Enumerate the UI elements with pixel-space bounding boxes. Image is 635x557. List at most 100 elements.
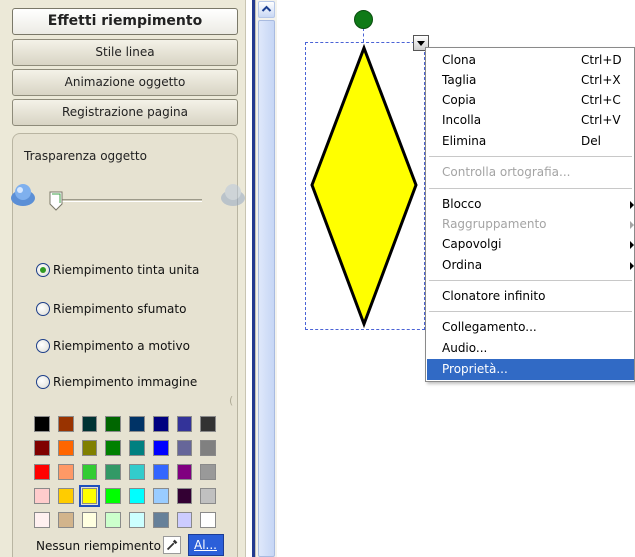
color-swatch[interactable] — [200, 464, 216, 480]
menu-item-cut[interactable]: Taglia Ctrl+X — [427, 70, 634, 91]
color-swatch[interactable] — [34, 488, 50, 504]
color-swatch[interactable] — [152, 512, 169, 528]
color-swatch[interactable] — [152, 440, 169, 456]
color-swatch[interactable] — [34, 512, 50, 528]
resize-grip-icon[interactable]: ( — [229, 394, 233, 407]
menu-item-clone[interactable]: Clona Ctrl+D — [427, 50, 634, 71]
opaque-blob-icon — [221, 184, 245, 206]
color-swatch[interactable] — [129, 416, 145, 432]
menu-item-label: Audio... — [442, 341, 488, 355]
submenu-arrow-icon — [630, 262, 634, 270]
color-swatch[interactable] — [105, 464, 121, 480]
radio-button[interactable] — [36, 375, 50, 389]
color-swatch[interactable] — [105, 416, 121, 432]
menu-item-link[interactable]: Collegamento... — [427, 317, 634, 338]
transparency-slider-thumb[interactable] — [49, 191, 63, 211]
swatch-row — [34, 440, 224, 456]
rotate-stem — [363, 28, 364, 42]
color-swatch[interactable] — [57, 488, 74, 504]
fill-option-label: Riempimento a motivo — [53, 339, 190, 353]
menu-shortcut: Ctrl+X — [581, 73, 621, 87]
color-swatch[interactable] — [57, 464, 74, 480]
color-swatch[interactable] — [176, 512, 193, 528]
menu-item-grouping[interactable]: Raggruppamento — [427, 214, 634, 235]
menu-item-copy[interactable]: Copia Ctrl+C — [427, 90, 634, 111]
menu-item-label: Collegamento... — [442, 320, 537, 334]
more-colors-button[interactable]: Al... — [188, 534, 224, 556]
transparency-label: Trasparenza oggetto — [24, 149, 147, 163]
menu-item-order[interactable]: Ordina — [427, 255, 634, 276]
color-swatch[interactable] — [57, 512, 74, 528]
color-swatch[interactable] — [57, 416, 74, 432]
color-palette — [34, 416, 224, 536]
color-swatch[interactable] — [105, 512, 121, 528]
color-swatch[interactable] — [34, 416, 50, 432]
color-swatch[interactable] — [81, 464, 98, 480]
menu-separator — [429, 280, 632, 281]
color-swatch[interactable] — [200, 488, 216, 504]
menu-item-label: Clona — [442, 53, 477, 67]
menu-item-label: Ordina — [442, 258, 483, 272]
fill-option-image[interactable]: Riempimento immagine — [36, 373, 197, 391]
context-menu: Clona Ctrl+D Taglia Ctrl+X Copia Ctrl+C … — [425, 47, 635, 382]
menu-item-label: Elimina — [442, 134, 487, 148]
color-swatch[interactable] — [176, 464, 193, 480]
color-swatch[interactable] — [176, 488, 193, 504]
swatch-row — [34, 464, 224, 480]
menu-item-label: Proprietà... — [442, 362, 508, 376]
scroll-up-button[interactable] — [258, 1, 275, 18]
menu-item-audio[interactable]: Audio... — [427, 338, 634, 359]
menu-item-label: Taglia — [442, 73, 477, 87]
menu-shortcut: Ctrl+C — [581, 93, 621, 107]
color-swatch[interactable] — [152, 464, 169, 480]
tab-fill-effects[interactable]: Effetti riempimento — [12, 8, 238, 35]
fill-option-gradient[interactable]: Riempimento sfumato — [36, 300, 186, 318]
color-swatch[interactable] — [129, 464, 145, 480]
color-swatch[interactable] — [81, 512, 98, 528]
color-swatch[interactable] — [152, 488, 169, 504]
color-swatch[interactable] — [129, 440, 145, 456]
color-swatch[interactable] — [78, 485, 101, 507]
color-swatch[interactable] — [152, 416, 169, 432]
menu-item-delete[interactable]: Elimina Del — [427, 131, 634, 152]
fill-option-pattern[interactable]: Riempimento a motivo — [36, 337, 190, 355]
fill-option-label: Riempimento tinta unita — [53, 263, 200, 277]
fill-option-label: Riempimento sfumato — [53, 302, 187, 316]
menu-item-label: Incolla — [442, 113, 482, 127]
tab-object-animation[interactable]: Animazione oggetto — [12, 69, 238, 96]
vertical-scrollbar[interactable] — [255, 0, 277, 557]
rotate-handle-icon[interactable] — [354, 10, 373, 29]
color-swatch[interactable] — [176, 440, 193, 456]
submenu-arrow-icon — [630, 241, 634, 249]
color-swatch[interactable] — [129, 512, 145, 528]
menu-item-properties[interactable]: Proprietà... — [427, 359, 634, 380]
menu-item-paste[interactable]: Incolla Ctrl+V — [427, 110, 634, 131]
scroll-thumb[interactable] — [258, 20, 275, 557]
radio-button[interactable] — [36, 263, 50, 277]
color-swatch[interactable] — [176, 416, 193, 432]
menu-item-lock[interactable]: Blocco — [427, 194, 634, 215]
color-swatch[interactable] — [34, 440, 50, 456]
color-swatch[interactable] — [200, 512, 216, 528]
color-swatch[interactable] — [57, 440, 74, 456]
diamond-shape[interactable] — [305, 42, 425, 330]
no-fill-label[interactable]: Nessun riempimento — [36, 539, 161, 553]
color-swatch[interactable] — [105, 440, 121, 456]
tab-page-recording[interactable]: Registrazione pagina — [12, 99, 238, 126]
color-swatch[interactable] — [200, 440, 216, 456]
color-swatch[interactable] — [81, 416, 98, 432]
radio-button[interactable] — [36, 339, 50, 353]
radio-button[interactable] — [36, 302, 50, 316]
menu-item-spellcheck[interactable]: Controlla ortografia... — [427, 162, 634, 183]
color-swatch[interactable] — [81, 440, 98, 456]
color-swatch[interactable] — [200, 416, 216, 432]
fill-option-solid[interactable]: Riempimento tinta unita — [36, 261, 199, 279]
eyedropper-icon[interactable] — [163, 536, 181, 554]
menu-item-infinite-cloner[interactable]: Clonatore infinito — [427, 286, 634, 307]
transparency-slider-track[interactable] — [52, 199, 202, 202]
color-swatch[interactable] — [105, 488, 121, 504]
menu-item-flip[interactable]: Capovolgi — [427, 234, 634, 255]
color-swatch[interactable] — [34, 464, 50, 480]
tab-line-style[interactable]: Stile linea — [12, 39, 238, 66]
color-swatch[interactable] — [129, 488, 145, 504]
